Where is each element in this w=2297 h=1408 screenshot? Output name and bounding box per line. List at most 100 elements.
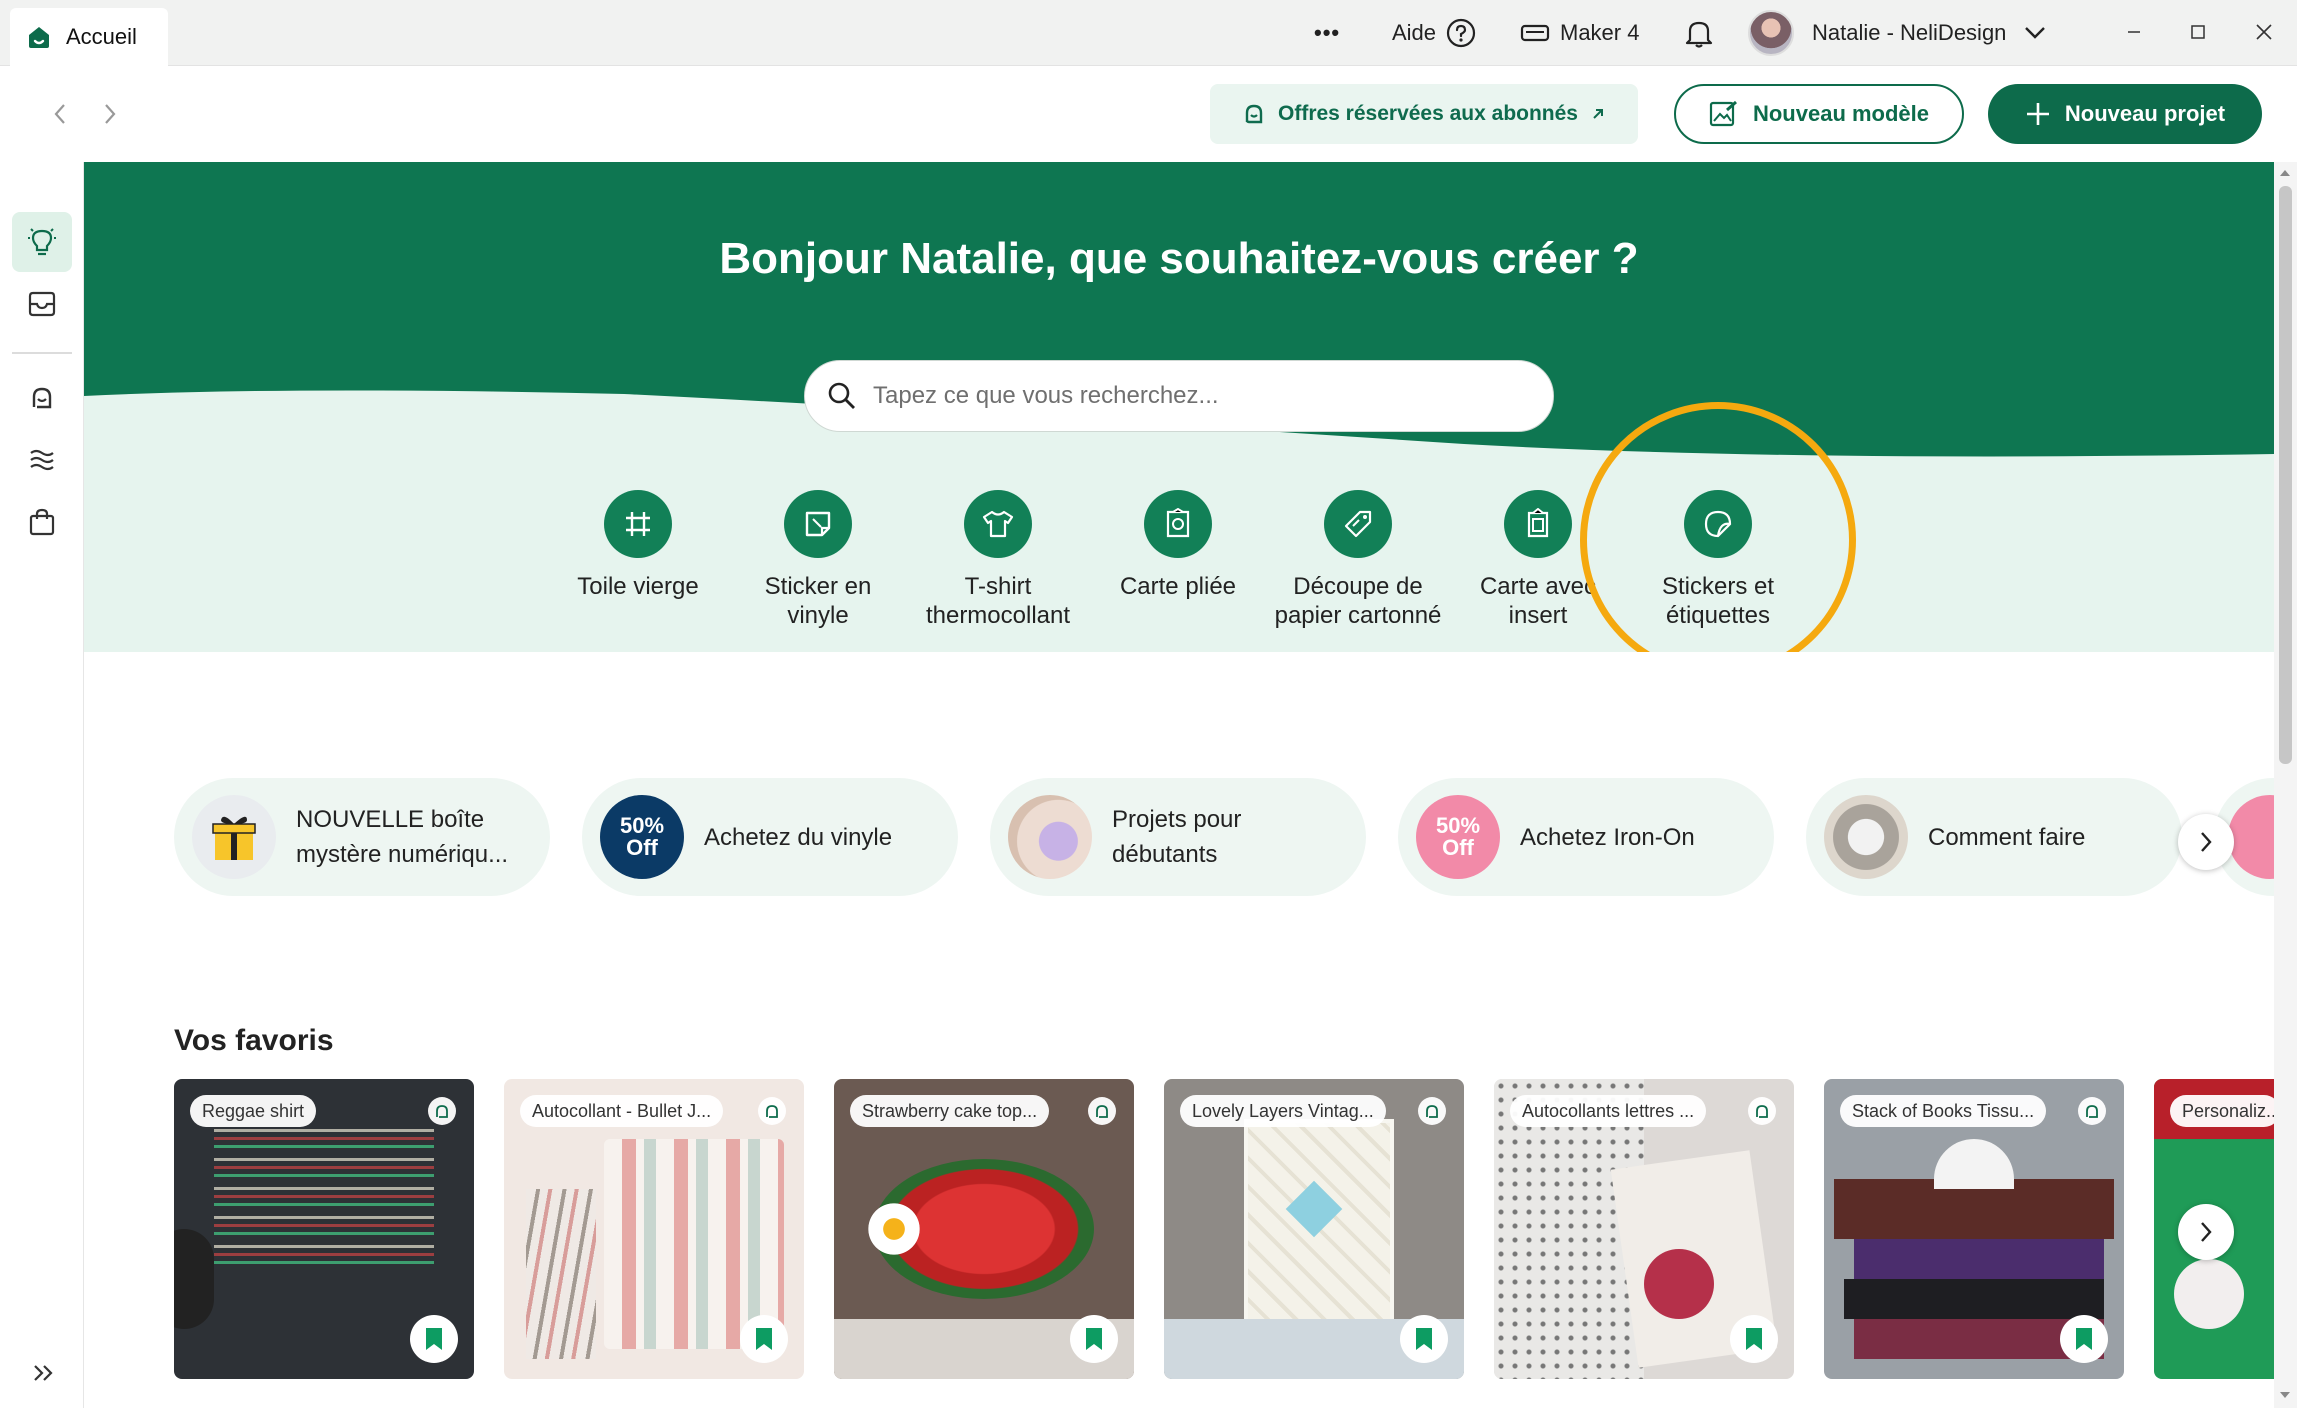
rail-access[interactable] — [12, 368, 72, 428]
bookmark-button[interactable] — [1730, 1315, 1778, 1363]
cricut-c-icon — [1756, 1105, 1768, 1118]
notifications-button[interactable] — [1684, 14, 1714, 52]
external-link-icon — [1593, 109, 1603, 119]
rail-separator — [12, 352, 72, 354]
search-bar[interactable] — [804, 360, 1554, 432]
tab-home[interactable]: Accueil — [10, 8, 168, 66]
more-icon: ••• — [1314, 20, 1341, 45]
promo-label: Achetez du vinyle — [704, 823, 893, 851]
left-rail — [0, 162, 84, 1408]
scroll-up-icon[interactable] — [2278, 166, 2292, 180]
bookmark-icon — [426, 1328, 442, 1350]
subscriber-offers-button[interactable]: Offres réservées aux abonnés — [1210, 84, 1638, 144]
scroll-down-icon[interactable] — [2278, 1388, 2292, 1402]
promo-vinyl[interactable]: 50% Off Achetez du vinyle — [582, 778, 958, 896]
bookmark-icon — [756, 1328, 772, 1350]
close-button[interactable] — [2244, 14, 2284, 50]
promo-label: NOUVELLE boîte mystère numériqu... — [296, 806, 509, 868]
favorite-card[interactable]: Strawberry cake top... — [834, 1079, 1134, 1379]
bookmark-button[interactable] — [410, 1315, 458, 1363]
card-title: Lovely Layers Vintag... — [1180, 1095, 1386, 1127]
category-vinyl-sticker[interactable]: Sticker en vinyle — [718, 490, 918, 630]
bookmark-button[interactable] — [1400, 1315, 1448, 1363]
subscriber-offers-label: Offres réservées aux abonnés — [1278, 102, 1578, 125]
waves-icon — [30, 449, 54, 471]
category-blank-canvas[interactable]: Toile vierge — [538, 490, 738, 601]
card-image-flower — [864, 1199, 924, 1259]
bookmark-button[interactable] — [2060, 1315, 2108, 1363]
promo-iron-on[interactable]: 50% Off Achetez Iron-On — [1398, 778, 1774, 896]
favorite-card[interactable]: Autocollants lettres ... — [1494, 1079, 1794, 1379]
category-cardstock-cut[interactable]: Découpe de papier cartonné — [1258, 490, 1458, 630]
tshirt-icon — [982, 510, 1014, 538]
new-project-button[interactable]: Nouveau projet — [1988, 84, 2262, 144]
forward-button[interactable] — [92, 96, 128, 132]
cutting-machine-icon — [1520, 24, 1550, 42]
chevron-left-icon — [54, 104, 65, 124]
home-icon — [29, 27, 49, 48]
category-iron-on-tshirt[interactable]: T-shirt thermocollant — [898, 490, 1098, 630]
bookmark-icon — [1086, 1328, 1102, 1350]
card-title: Autocollants lettres ... — [1510, 1095, 1707, 1127]
inbox-icon — [28, 291, 56, 317]
search-input[interactable] — [873, 382, 1493, 410]
promo-how-to[interactable]: Comment faire — [1806, 778, 2182, 896]
lightbulb-icon — [28, 228, 56, 256]
promo-thumbnail — [1824, 795, 1908, 879]
cardstock-tag-icon — [1344, 510, 1372, 538]
scrollbar-thumb[interactable] — [2279, 186, 2292, 764]
favorites-next-button[interactable] — [2178, 1204, 2234, 1260]
favorite-card[interactable]: Autocollant - Bullet J... — [504, 1079, 804, 1379]
new-template-button[interactable]: Nouveau modèle — [1674, 84, 1964, 144]
hero-title: Bonjour Natalie, que souhaitez-vous crée… — [719, 234, 1639, 283]
plus-icon — [2026, 103, 2049, 125]
card-image-pens — [526, 1189, 596, 1359]
category-label: Toile vierge — [577, 573, 699, 600]
card-image-tissue — [1934, 1139, 2014, 1189]
category-folded-card[interactable]: Carte pliée — [1078, 490, 1278, 601]
user-name: Natalie - NeliDesign — [1812, 20, 2007, 45]
rail-inspiration[interactable] — [12, 212, 72, 272]
chevron-down-icon — [2025, 27, 2046, 39]
access-badge — [758, 1097, 786, 1125]
bookmark-button[interactable] — [1070, 1315, 1118, 1363]
cricut-design-space-window: Accueil ••• Aide Maker 4 Natalie - NeliD… — [0, 0, 2297, 1408]
favorite-card[interactable]: Reggae shirt — [174, 1079, 474, 1379]
cricut-c-icon — [1426, 1105, 1438, 1118]
card-image-book-2 — [1854, 1239, 2104, 1279]
user-menu-button[interactable]: Natalie - NeliDesign — [1748, 10, 2046, 56]
folded-card-icon — [1166, 508, 1190, 538]
promo-beginner-projects[interactable]: Projets pour débutants — [990, 778, 1366, 896]
bookmark-button[interactable] — [740, 1315, 788, 1363]
rail-materials[interactable] — [12, 430, 72, 490]
cricut-c-icon — [1096, 1105, 1108, 1118]
canvas-icon — [626, 512, 650, 536]
machine-button[interactable]: Maker 4 — [1520, 14, 1639, 52]
card-title: Strawberry cake top... — [850, 1095, 1050, 1127]
favorite-card[interactable]: Lovely Layers Vintag... — [1164, 1079, 1464, 1379]
bookmark-icon — [1746, 1328, 1762, 1350]
promo-label: Comment faire — [1928, 823, 2086, 851]
promo-mystery-box[interactable]: NOUVELLE boîte mystère numériqu... — [174, 778, 550, 896]
more-menu-button[interactable]: ••• — [1314, 14, 1340, 52]
promo-next-button[interactable] — [2178, 814, 2234, 870]
category-icon-circle — [784, 490, 852, 558]
favorite-card[interactable]: Stack of Books Tissu... — [1824, 1079, 2124, 1379]
chevron-right-icon — [2201, 832, 2212, 852]
rail-projects[interactable] — [12, 274, 72, 334]
cricut-c-icon — [766, 1105, 778, 1118]
new-project-label: Nouveau projet — [2064, 101, 2226, 126]
maximize-button[interactable] — [2178, 14, 2218, 50]
access-badge — [1088, 1097, 1116, 1125]
minimize-button[interactable] — [2114, 14, 2154, 50]
hero-section: Bonjour Natalie, que souhaitez-vous crée… — [84, 162, 2274, 652]
rail-shop[interactable] — [12, 492, 72, 552]
help-button[interactable]: Aide — [1392, 14, 1476, 52]
bookmark-icon — [2076, 1328, 2092, 1350]
minimize-icon — [2128, 31, 2140, 33]
card-image-rose — [1644, 1249, 1714, 1319]
promo-thumbnail — [1008, 795, 1092, 879]
expand-rail-button[interactable] — [26, 1356, 60, 1390]
help-label: Aide — [1392, 20, 1437, 45]
back-button[interactable] — [42, 96, 78, 132]
